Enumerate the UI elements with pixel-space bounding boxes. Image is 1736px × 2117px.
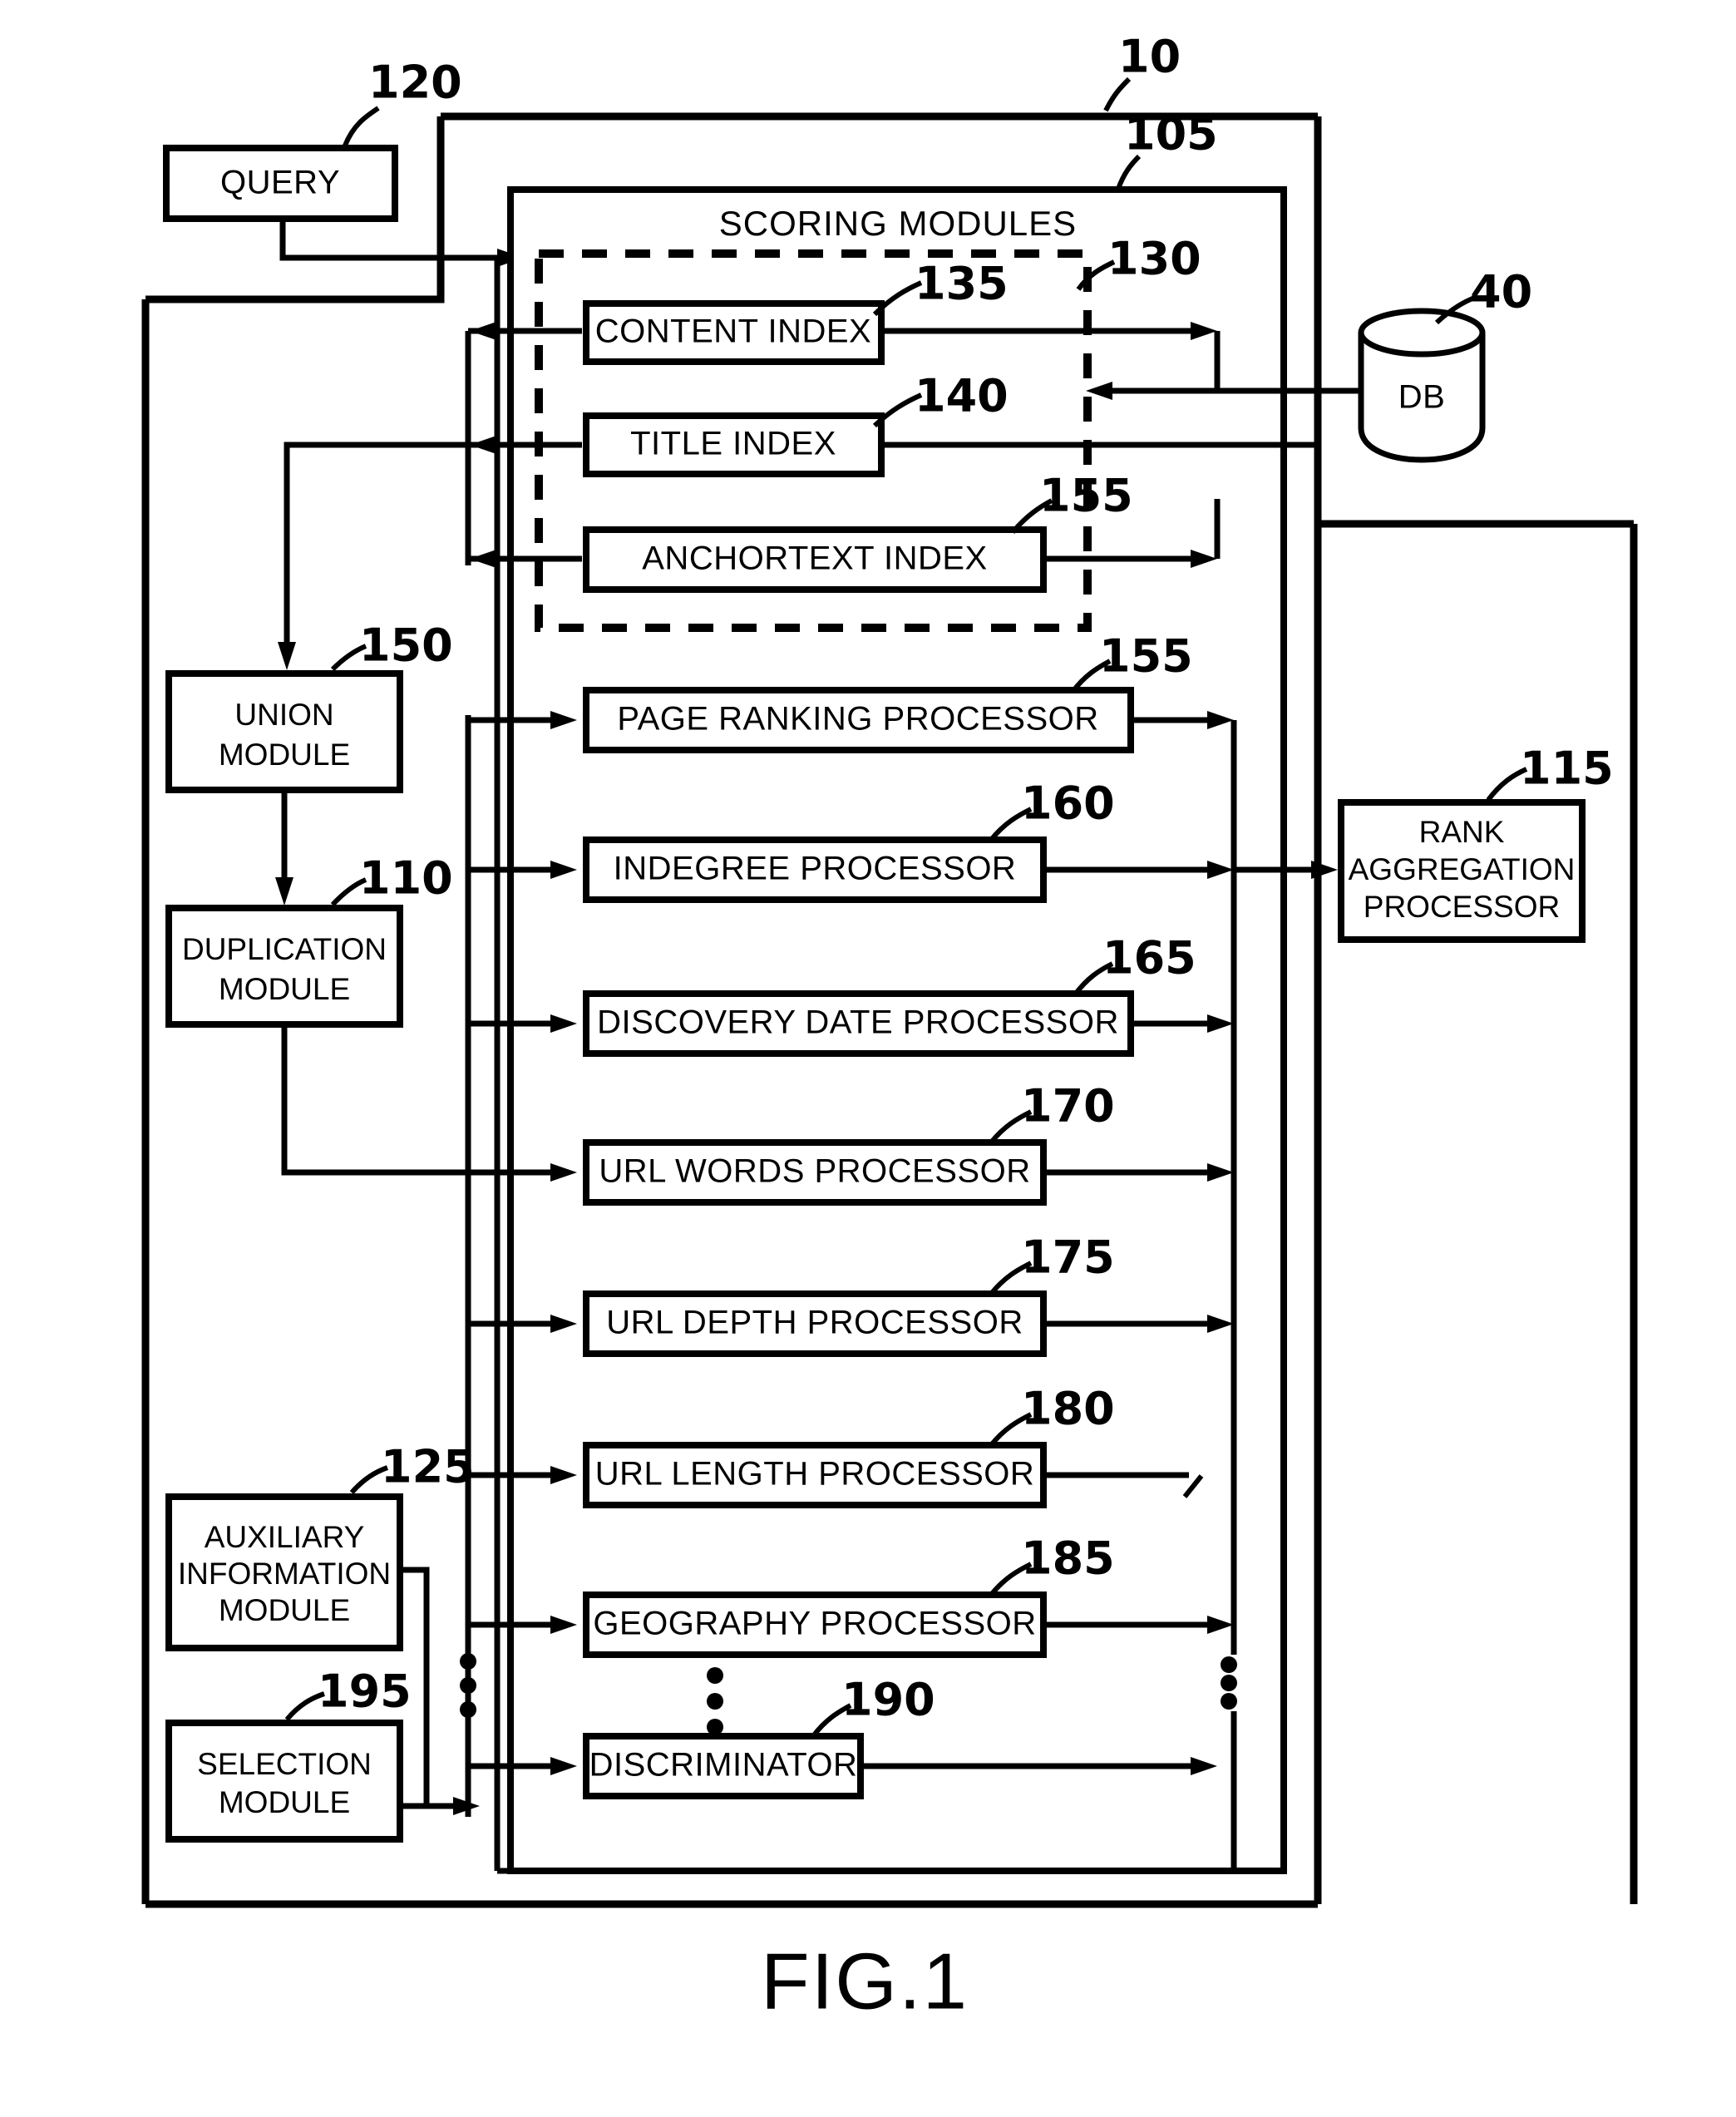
- discriminator-box[interactable]: DISCRIMINATOR: [583, 1733, 864, 1799]
- page-ranking-processor-label: PAGE RANKING PROCESSOR: [617, 701, 1098, 738]
- ref-105: 105: [1124, 108, 1218, 160]
- ref-185: 185: [1021, 1532, 1115, 1585]
- system-ref-leader: 10: [1103, 31, 1181, 112]
- title-index-box[interactable]: TITLE INDEX: [583, 412, 885, 477]
- ref-140: 140: [915, 370, 1009, 422]
- auxiliary-module-label-3: MODULE: [219, 1593, 350, 1627]
- rank-output-return-path: [1318, 520, 1638, 1904]
- scoring-modules-title: SCORING MODULES: [719, 204, 1077, 243]
- duplication-module-ref-leader: 110: [330, 852, 453, 907]
- duplication-module-label-1: DUPLICATION: [182, 932, 387, 966]
- auxiliary-module-ref-leader: 125: [349, 1441, 475, 1494]
- selection-module-label-2: MODULE: [219, 1785, 350, 1819]
- auxiliary-module-label-1: AUXILIARY: [205, 1520, 365, 1554]
- content-index-box[interactable]: CONTENT INDEX: [583, 300, 885, 365]
- ellipsis-center: [707, 1667, 723, 1735]
- discovery-date-processor-label: DISCOVERY DATE PROCESSOR: [597, 1004, 1119, 1041]
- url-words-processor-label: URL WORDS PROCESSOR: [599, 1153, 1030, 1190]
- title-index-label: TITLE INDEX: [630, 426, 836, 462]
- rank-aggregation-processor-box[interactable]: RANK AGGREGATION PROCESSOR: [1338, 799, 1586, 943]
- url-length-processor-box[interactable]: URL LENGTH PROCESSOR: [583, 1442, 1047, 1508]
- rank-aggregation-label-3: PROCESSOR: [1364, 890, 1560, 924]
- discovery-date-processor-box[interactable]: DISCOVERY DATE PROCESSOR: [583, 990, 1134, 1057]
- discriminator-label: DISCRIMINATOR: [589, 1747, 858, 1784]
- ref-170: 170: [1021, 1080, 1115, 1133]
- url-words-processor-box[interactable]: URL WORDS PROCESSOR: [583, 1139, 1047, 1206]
- ref-125: 125: [381, 1441, 475, 1493]
- query-output-line: [279, 219, 524, 267]
- ref-175: 175: [1021, 1231, 1115, 1284]
- ref-110: 110: [359, 852, 453, 905]
- ref-160: 160: [1021, 777, 1115, 830]
- ref-120: 120: [368, 57, 462, 109]
- selection-module-label-1: SELECTION: [197, 1747, 372, 1781]
- ellipsis-right: [1221, 1656, 1237, 1710]
- union-module-box[interactable]: UNION MODULE: [165, 670, 403, 793]
- ref-190: 190: [841, 1674, 935, 1726]
- ref-165: 165: [1102, 932, 1196, 984]
- duplication-module-box[interactable]: DUPLICATION MODULE: [165, 905, 403, 1028]
- query-ref-leader: 120: [343, 57, 462, 147]
- indegree-processor-label: INDEGREE PROCESSOR: [614, 851, 1017, 887]
- ref-180: 180: [1021, 1383, 1115, 1435]
- ref-115: 115: [1520, 743, 1614, 795]
- ref-40: 40: [1470, 266, 1532, 318]
- rank-aggregation-label-2: AGGREGATION: [1349, 852, 1576, 886]
- rank-aggregation-label-1: RANK: [1419, 815, 1505, 849]
- figure-canvas: QUERY 120 10 SCORING MODULES 105 130 CON…: [141, 31, 1638, 2026]
- selection-module-ref-leader: 195: [284, 1665, 412, 1721]
- ref-195: 195: [318, 1665, 412, 1718]
- indegree-processor-box[interactable]: INDEGREE PROCESSOR: [583, 836, 1047, 903]
- figure-caption: FIG.1: [761, 1937, 969, 2026]
- content-index-label: CONTENT INDEX: [595, 313, 871, 350]
- duplication-module-label-2: MODULE: [219, 972, 350, 1006]
- anchortext-index-label: ANCHORTEXT INDEX: [642, 540, 987, 577]
- url-length-processor-label: URL LENGTH PROCESSOR: [595, 1456, 1035, 1493]
- query-box-label: QUERY: [220, 165, 340, 201]
- union-module-label-1: UNION: [234, 698, 333, 732]
- auxiliary-information-module-box[interactable]: AUXILIARY INFORMATION MODULE: [165, 1493, 403, 1651]
- anchortext-index-box[interactable]: ANCHORTEXT INDEX: [583, 526, 1047, 593]
- ref-155-anchortext: 155: [1039, 470, 1133, 522]
- geography-processor-label: GEOGRAPHY PROCESSOR: [593, 1606, 1036, 1642]
- ref-150: 150: [359, 619, 453, 672]
- rank-aggregation-ref-leader: 115: [1486, 743, 1614, 802]
- ref-10: 10: [1118, 31, 1181, 83]
- scoring-modules-ref-leader: 105: [1116, 108, 1218, 190]
- page-ranking-processor-box[interactable]: PAGE RANKING PROCESSOR: [583, 687, 1134, 753]
- ellipsis-left: [460, 1653, 476, 1718]
- auxiliary-module-label-2: INFORMATION: [178, 1557, 391, 1591]
- union-to-duplication: [275, 790, 293, 906]
- patent-figure-page: QUERY 120 10 SCORING MODULES 105 130 CON…: [0, 0, 1736, 2117]
- url-depth-processor-label: URL DEPTH PROCESSOR: [606, 1305, 1023, 1341]
- database-label: DB: [1398, 379, 1446, 416]
- database-cylinder[interactable]: DB: [1358, 308, 1486, 463]
- selection-module-box[interactable]: SELECTION MODULE: [165, 1720, 403, 1843]
- union-module-label-2: MODULE: [219, 738, 350, 772]
- geography-processor-box[interactable]: GEOGRAPHY PROCESSOR: [583, 1591, 1047, 1658]
- union-module-ref-leader: 150: [330, 619, 453, 672]
- url-depth-processor-box[interactable]: URL DEPTH PROCESSOR: [583, 1290, 1047, 1357]
- query-box[interactable]: QUERY: [163, 145, 398, 222]
- ref-155-pagerank: 155: [1099, 630, 1193, 683]
- ref-130: 130: [1107, 233, 1201, 285]
- ref-135: 135: [915, 258, 1009, 310]
